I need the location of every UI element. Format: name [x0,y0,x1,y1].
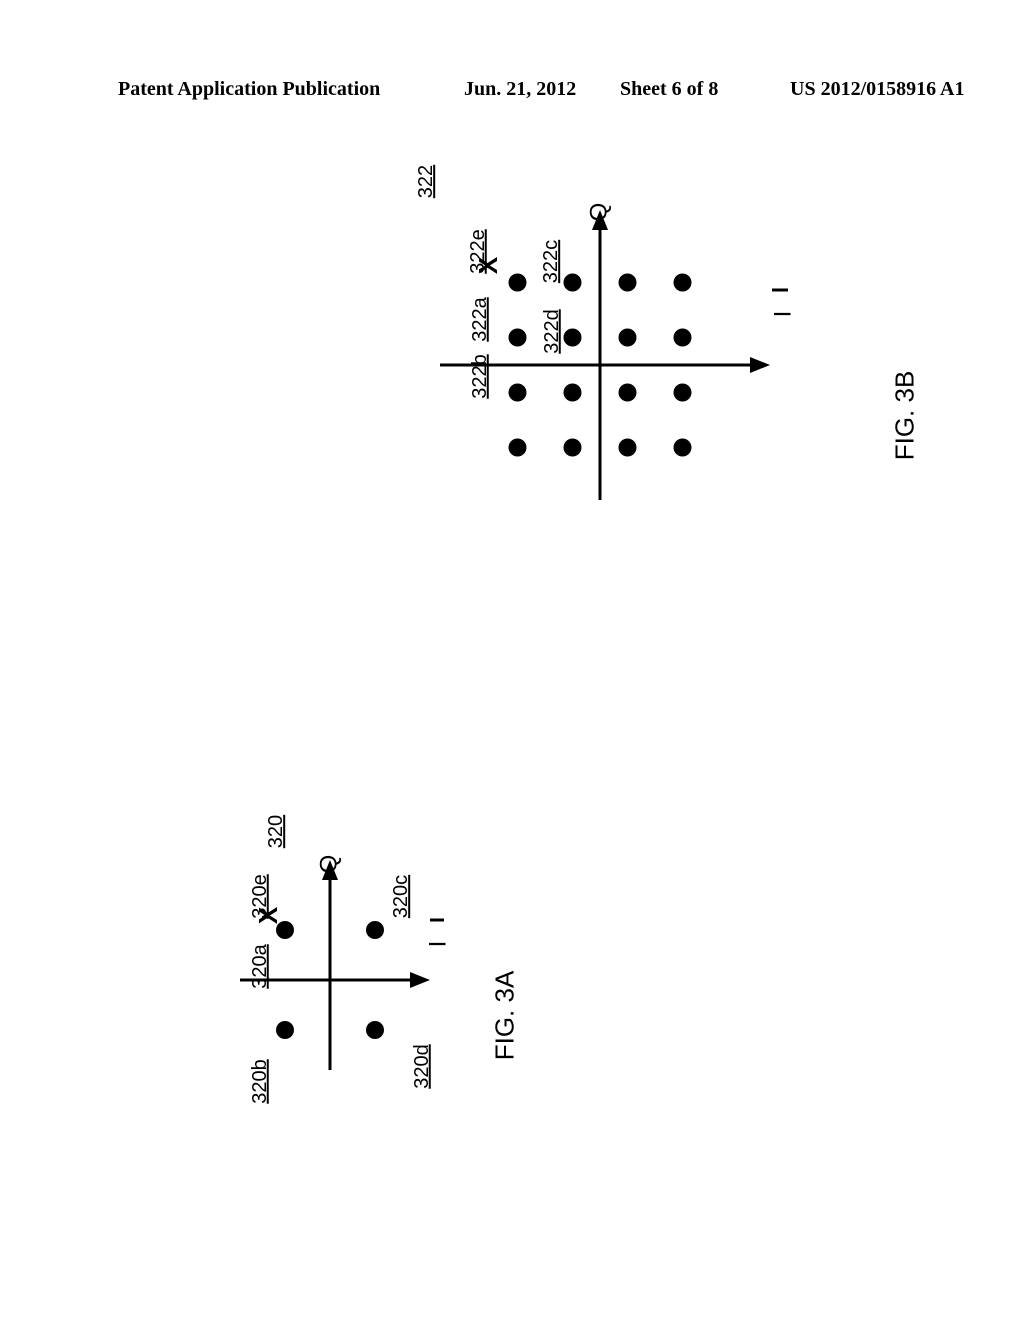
fig-3b-q-axis-label: Q [585,203,613,222]
fig-3b-label-322e: 322e [467,229,490,274]
fig-3a-i-axis-label: I [424,941,452,948]
fig-3b-label-322d: 322d [541,309,564,354]
fig-3a-label-320d: 320d [411,1044,434,1089]
publication-number: US 2012/0158916 A1 [790,78,964,101]
figure-3a: 320 FIG. 3A Q I X 320e 320a 320b 320c [200,790,520,1220]
publication-label: Patent Application Publication [118,78,380,101]
fig-3a-label-320e: 320e [249,874,272,919]
fig-3a-label-320a: 320a [249,944,272,989]
fig-3a-label-320c: 320c [390,875,413,918]
fig-3b-label-322a: 322a [469,297,492,342]
fig-3b-i-axis-label: I [769,311,797,318]
fig-3a-q-axis-label: Q [315,855,343,874]
fig-3a-label-320b: 320b [249,1059,272,1104]
publication-date: Jun. 21, 2012 [464,78,576,101]
sheet-number: Sheet 6 of 8 [620,78,718,101]
fig-3a-plot [200,790,520,1220]
fig-3b-plot [370,140,930,610]
figure-3b: 322 FIG. 3B [370,140,930,610]
fig-3b-label-322c: 322c [540,240,563,283]
fig-3b-label-322b: 322b [469,354,492,399]
